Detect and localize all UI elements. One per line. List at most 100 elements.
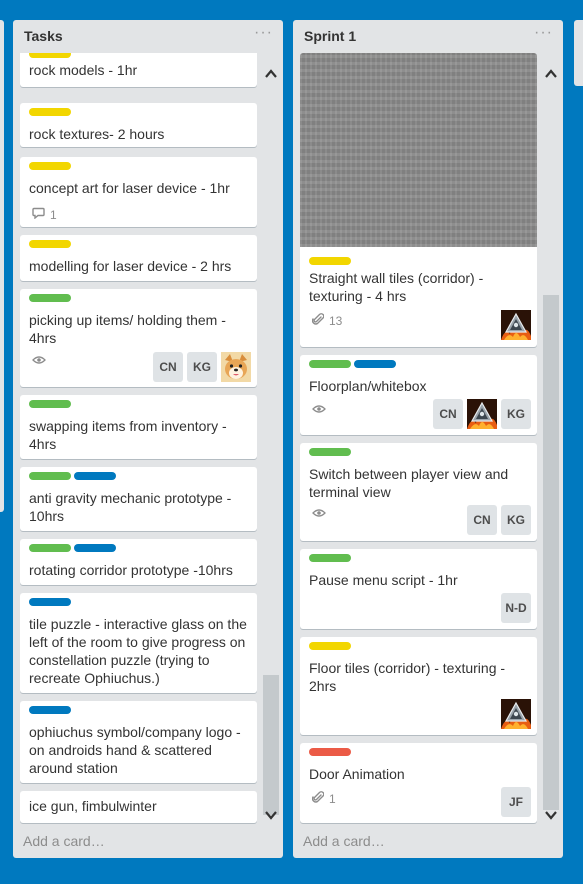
scrollbar[interactable] — [261, 53, 281, 826]
card-members — [501, 310, 531, 340]
card[interactable]: Floorplan/whitebox CN KG — [300, 355, 537, 435]
chevron-down-icon[interactable] — [264, 808, 278, 822]
comment-icon — [32, 207, 45, 222]
card[interactable]: Straight wall tiles (corridor) - texturi… — [300, 53, 537, 347]
card-title[interactable]: Floorplan/whitebox — [309, 377, 531, 395]
card-badges — [312, 507, 326, 521]
list-header[interactable]: Sprint 1 ··· — [293, 20, 563, 53]
card-badges — [312, 403, 326, 417]
card-title[interactable]: Pause menu script - 1hr — [309, 571, 531, 589]
card-title[interactable]: picking up items/ holding them - 4hrs — [29, 311, 251, 347]
card[interactable]: anti gravity mechanic prototype - 10hrs — [20, 467, 257, 531]
card-labels — [309, 448, 354, 456]
card-members: N-D — [501, 593, 531, 623]
card-title[interactable]: rock textures- 2 hours — [29, 125, 251, 143]
member-initials[interactable]: N-D — [501, 593, 531, 623]
ellipsis-icon[interactable]: ··· — [534, 24, 553, 42]
label-yellow — [29, 108, 71, 116]
list-header[interactable]: Tasks ··· — [13, 20, 283, 53]
attachment-count: 1 — [329, 792, 336, 806]
card-title[interactable]: modelling for laser device - 2 hrs — [29, 257, 251, 275]
card-labels — [29, 472, 119, 480]
list-title[interactable]: Sprint 1 — [304, 28, 356, 44]
card[interactable]: ophiuchus symbol/company logo - on andro… — [20, 701, 257, 783]
chevron-up-icon[interactable] — [544, 67, 558, 81]
card-title[interactable]: concept art for laser device - 1hr — [29, 179, 251, 197]
card[interactable]: Door Animation 1 JF — [300, 743, 537, 823]
label-yellow — [309, 642, 351, 650]
comment-count: 1 — [50, 207, 57, 222]
member-initials[interactable]: CN — [467, 505, 497, 535]
member-initials[interactable]: KG — [501, 505, 531, 535]
card[interactable]: swapping items from inventory - 4hrs — [20, 395, 257, 459]
member-initials[interactable]: JF — [501, 787, 531, 817]
card-badges: 13 — [311, 313, 343, 329]
card[interactable]: rotating corridor prototype -10hrs — [20, 539, 257, 585]
member-avatar-fire[interactable] — [501, 310, 531, 340]
card-labels — [29, 706, 74, 714]
label-green — [29, 294, 71, 302]
scrollbar[interactable] — [541, 53, 561, 826]
card[interactable]: Pause menu script - 1hr N-D — [300, 549, 537, 629]
add-card-button[interactable]: Add a card… — [303, 833, 385, 849]
card-title[interactable]: anti gravity mechanic prototype - 10hrs — [29, 489, 251, 525]
card-labels — [309, 257, 354, 265]
card-labels — [29, 53, 74, 58]
card-title[interactable]: tile puzzle - interactive glass on the l… — [29, 615, 251, 687]
member-initials[interactable]: CN — [153, 352, 183, 382]
label-blue — [29, 598, 71, 606]
card-members: JF — [501, 787, 531, 817]
label-green — [29, 544, 71, 552]
paperclip-icon — [311, 313, 325, 329]
member-avatar-fire[interactable] — [501, 699, 531, 729]
member-avatar-dog[interactable] — [221, 352, 251, 382]
scrollbar-thumb[interactable] — [543, 295, 559, 810]
chevron-down-icon[interactable] — [544, 808, 558, 822]
add-card-button[interactable]: Add a card… — [23, 833, 105, 849]
attachment-count: 13 — [329, 314, 343, 328]
attachment-badge: 13 — [311, 313, 343, 329]
previous-list-edge[interactable] — [0, 20, 4, 512]
card-title[interactable]: ophiuchus symbol/company logo - on andro… — [29, 723, 251, 777]
card-title[interactable]: rotating corridor prototype -10hrs — [29, 561, 251, 579]
label-yellow — [29, 162, 71, 170]
label-yellow — [29, 53, 71, 58]
card-title[interactable]: Straight wall tiles (corridor) - texturi… — [309, 269, 531, 305]
card[interactable]: ice gun, fimbulwinter — [20, 791, 257, 823]
card-title[interactable]: ice gun, fimbulwinter — [29, 797, 251, 815]
card[interactable]: concept art for laser device - 1hr 1 — [20, 157, 257, 227]
card-members: CN KG — [433, 399, 531, 429]
member-initials[interactable]: KG — [501, 399, 531, 429]
card[interactable]: picking up items/ holding them - 4hrs CN K… — [20, 289, 257, 387]
card-title[interactable]: rock models - 1hr — [29, 61, 251, 79]
paperclip-icon — [311, 791, 325, 807]
card[interactable]: rock models - 1hr — [20, 53, 257, 87]
ellipsis-icon[interactable]: ··· — [254, 24, 273, 42]
label-green — [29, 400, 71, 408]
card[interactable]: Switch between player view and terminal … — [300, 443, 537, 541]
member-initials[interactable]: KG — [187, 352, 217, 382]
card[interactable]: tile puzzle - interactive glass on the l… — [20, 593, 257, 693]
card-list: Straight wall tiles (corridor) - texturi… — [300, 53, 564, 826]
card-labels — [309, 554, 354, 562]
scrollbar-thumb[interactable] — [263, 675, 279, 815]
card-labels — [29, 162, 74, 170]
next-list-edge[interactable] — [574, 20, 583, 86]
label-blue — [74, 472, 116, 480]
card-labels — [29, 544, 119, 552]
card[interactable]: modelling for laser device - 2 hrs — [20, 235, 257, 281]
card[interactable]: rock textures- 2 hours — [20, 103, 257, 147]
card-title[interactable]: swapping items from inventory - 4hrs — [29, 417, 251, 453]
card-title[interactable]: Door Animation — [309, 765, 531, 783]
card-labels — [29, 294, 74, 302]
list-title[interactable]: Tasks — [24, 28, 63, 44]
member-avatar-fire[interactable] — [467, 399, 497, 429]
card-labels — [29, 108, 74, 116]
label-yellow — [29, 240, 71, 248]
card-labels — [29, 598, 74, 606]
card-title[interactable]: Floor tiles (corridor) - texturing - 2hr… — [309, 659, 531, 695]
card-title[interactable]: Switch between player view and terminal … — [309, 465, 531, 501]
chevron-up-icon[interactable] — [264, 67, 278, 81]
member-initials[interactable]: CN — [433, 399, 463, 429]
card[interactable]: Floor tiles (corridor) - texturing - 2hr… — [300, 637, 537, 735]
